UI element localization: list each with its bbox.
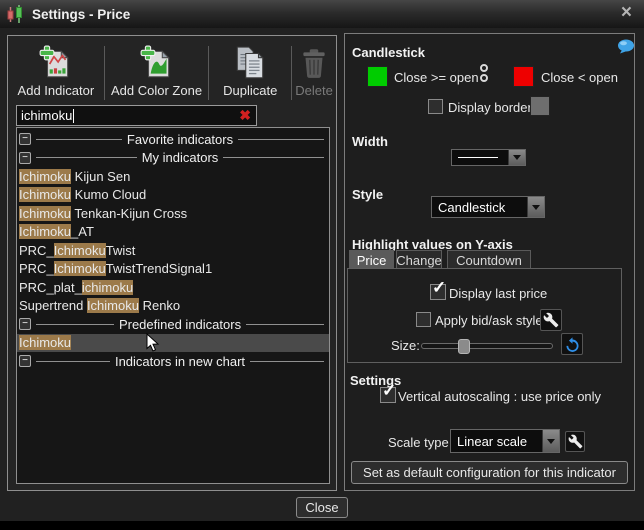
add-indicator-button[interactable]: Add Indicator	[8, 42, 104, 104]
candlestick-app-icon	[7, 5, 22, 23]
display-border-label: Display border	[448, 100, 532, 115]
section-label: Favorite indicators	[126, 131, 234, 147]
collapse-icon[interactable]: −	[19, 318, 31, 331]
vertical-autoscaling-checkbox[interactable]: ✓	[380, 381, 396, 403]
add-color-zone-icon	[139, 44, 175, 82]
collapse-icon[interactable]: −	[19, 151, 31, 164]
style-dropdown[interactable]: Candlestick	[431, 196, 545, 218]
mouse-cursor	[146, 333, 160, 352]
width-label: Width	[352, 134, 388, 149]
apply-bid-ask-checkbox[interactable]	[416, 312, 431, 327]
list-item[interactable]: Ichimoku Kijun Sen	[17, 167, 329, 186]
tab-price[interactable]: Price	[349, 250, 394, 269]
delete-label: Delete	[295, 83, 333, 98]
indicator-panel: Add Indicator Add Color Zone Duplicate D…	[7, 35, 337, 491]
titlebar: Settings - Price ×	[0, 0, 644, 28]
list-item[interactable]: PRC_plat_ ichimoku	[17, 278, 329, 297]
scale-type-settings-button[interactable]	[565, 431, 585, 452]
list-item[interactable]: Ichimoku	[17, 333, 329, 352]
chevron-down-icon	[508, 150, 525, 165]
delete-button[interactable]: Delete	[292, 42, 336, 104]
list-section-header[interactable]: − Favorite indicators	[17, 130, 329, 149]
scale-type-value: Linear scale	[457, 433, 528, 449]
close-down-color-swatch[interactable]	[513, 66, 534, 87]
indicator-search-input[interactable]: ichimoku ✖	[16, 105, 257, 126]
add-color-zone-label: Add Color Zone	[111, 83, 203, 98]
add-indicator-icon	[38, 44, 74, 82]
size-slider[interactable]	[421, 339, 553, 354]
list-item[interactable]: PRC_ Ichimoku TwistTrendSignal1	[17, 260, 329, 279]
list-section-header[interactable]: − Predefined indicators	[17, 315, 329, 334]
search-value: ichimoku	[21, 108, 73, 123]
indicator-list[interactable]: − Favorite indicators − My indicators Ichimo…	[16, 127, 330, 484]
display-last-price-checkbox[interactable]: ✓	[430, 278, 446, 300]
close-up-label: Close >= open	[394, 70, 479, 85]
trash-icon	[297, 44, 331, 82]
list-item[interactable]: Ichimoku Tenkan-Kijun Cross	[17, 204, 329, 223]
close-down-label: Close < open	[541, 70, 618, 85]
section-header-candlestick: Candlestick	[352, 45, 425, 60]
add-indicator-label: Add Indicator	[17, 83, 95, 98]
add-color-zone-button[interactable]: Add Color Zone	[105, 42, 209, 104]
scale-type-dropdown[interactable]: Linear scale	[450, 429, 560, 453]
duplicate-button[interactable]: Duplicate	[209, 42, 291, 104]
width-dropdown[interactable]	[451, 149, 526, 166]
section-label: My indicators	[141, 150, 219, 166]
reset-icon	[565, 336, 579, 352]
settings-dialog: Settings - Price × Add Indicator Add Col…	[0, 0, 644, 521]
wrench-icon	[568, 434, 582, 449]
list-section-header[interactable]: − My indicators	[17, 149, 329, 168]
text-caret	[73, 108, 75, 123]
duplicate-label: Duplicate	[223, 83, 278, 98]
style-label: Style	[352, 187, 384, 202]
list-item[interactable]: PRC_ Ichimoku Twist	[17, 241, 329, 260]
set-default-button[interactable]: Set as default configuration for this in…	[351, 461, 628, 484]
tab-change[interactable]: Change	[396, 250, 442, 269]
list-item[interactable]: Ichimoku _AT	[17, 223, 329, 242]
list-item[interactable]: Ichimoku Kumo Cloud	[17, 186, 329, 205]
link-colors-icon[interactable]	[480, 63, 488, 83]
style-value: Candlestick	[438, 199, 506, 215]
candlestick-settings-panel: Candlestick Close >= open Close < open D…	[344, 33, 635, 491]
border-color-swatch[interactable]	[530, 96, 550, 116]
line-width-sample	[458, 157, 498, 158]
size-reset-button[interactable]	[561, 333, 583, 355]
scale-type-label: Scale type	[388, 435, 449, 450]
bid-ask-settings-button[interactable]	[540, 309, 562, 331]
list-section-header[interactable]: − Indicators in new chart	[17, 352, 329, 371]
section-label: Predefined indicators	[118, 316, 242, 332]
close-button[interactable]: Close	[296, 497, 348, 518]
size-label: Size:	[391, 338, 420, 353]
tab-countdown[interactable]: Countdown	[447, 250, 531, 269]
clear-search-icon[interactable]: ✖	[239, 107, 251, 124]
vertical-autoscaling-label: Vertical autoscaling : use price only	[398, 389, 602, 404]
window-title: Settings - Price	[32, 6, 131, 22]
list-item[interactable]: Supertrend Ichimoku Renko	[17, 297, 329, 316]
help-bubble-icon[interactable]	[617, 39, 635, 54]
collapse-icon[interactable]: −	[19, 355, 31, 368]
duplicate-icon	[232, 44, 268, 82]
section-label: Indicators in new chart	[114, 353, 246, 369]
window-close-icon[interactable]: ×	[621, 2, 632, 24]
display-border-checkbox[interactable]	[428, 99, 443, 114]
display-last-price-label: Display last price	[449, 286, 548, 301]
indicator-toolbar: Add Indicator Add Color Zone Duplicate D…	[8, 42, 336, 104]
chevron-down-icon	[527, 197, 544, 217]
wrench-icon	[543, 312, 559, 328]
close-up-color-swatch[interactable]	[367, 66, 388, 87]
size-slider-thumb[interactable]	[458, 339, 470, 354]
apply-bid-ask-label: Apply bid/ask style	[435, 313, 543, 328]
chevron-down-icon	[542, 430, 559, 452]
collapse-icon[interactable]: −	[19, 133, 31, 146]
